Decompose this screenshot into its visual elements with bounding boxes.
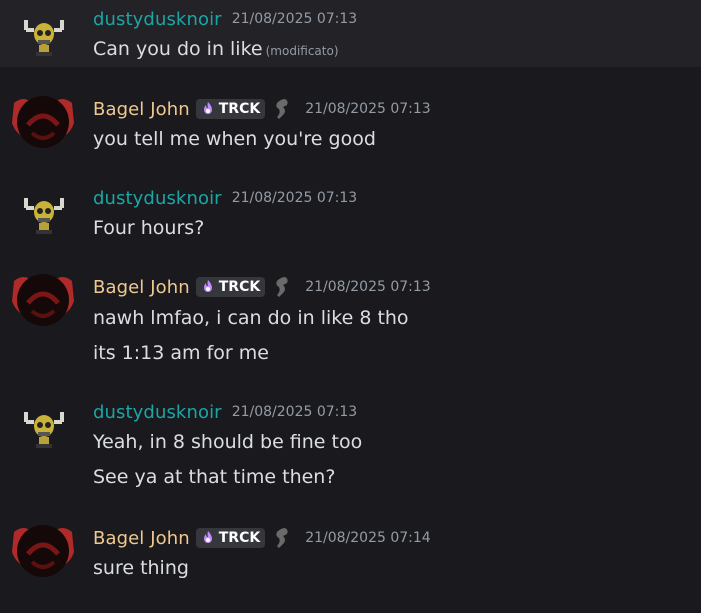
username[interactable]: dustydusknoir xyxy=(93,402,222,423)
timestamp[interactable]: 21/08/2025 07:13 xyxy=(305,279,431,295)
guild-tag[interactable]: TRCK xyxy=(195,528,266,548)
edited-label: (modificato) xyxy=(265,44,339,58)
timestamp[interactable]: 21/08/2025 07:13 xyxy=(232,404,358,420)
skull-avatar-icon xyxy=(24,198,64,234)
guild-tag-label: TRCK xyxy=(218,530,261,546)
skull-avatar-icon xyxy=(24,412,64,448)
username[interactable]: dustydusknoir xyxy=(93,9,222,30)
message-line: you tell me when you're good xyxy=(93,128,376,150)
guild-tag-label: TRCK xyxy=(218,279,261,295)
message-line: Can you do in like xyxy=(93,38,263,60)
dragon-role-icon[interactable] xyxy=(271,526,295,550)
message-group[interactable]: dustydusknoir 21/08/2025 07:13 Yeah, in … xyxy=(0,392,701,502)
message-line: See ya at that time then? xyxy=(93,466,336,488)
avatar[interactable] xyxy=(10,518,76,584)
guild-tag[interactable]: TRCK xyxy=(195,99,266,119)
guild-tag-label: TRCK xyxy=(218,101,261,117)
dragon-role-icon[interactable] xyxy=(271,97,295,121)
dragon-role-icon[interactable] xyxy=(271,275,295,299)
avatar[interactable] xyxy=(16,404,72,452)
message-text: Can you do in like (modificato) xyxy=(93,36,339,62)
message-group[interactable]: Bagel John TRCK 21/08/2025 07:14 sure th… xyxy=(0,518,701,598)
message-group[interactable]: Bagel John TRCK 21/08/2025 07:13 nawh lm… xyxy=(0,267,701,377)
timestamp[interactable]: 21/08/2025 07:13 xyxy=(232,11,358,27)
avatar[interactable] xyxy=(10,89,76,155)
red-winged-avatar-icon xyxy=(12,274,74,326)
message-group[interactable]: Bagel John TRCK 21/08/2025 07:13 you tel… xyxy=(0,89,701,159)
message-group[interactable]: dustydusknoir 21/08/2025 07:13 Four hour… xyxy=(0,178,701,248)
message-group[interactable]: dustydusknoir 21/08/2025 07:13 Can you d… xyxy=(0,0,701,67)
message-line: nawh lmfao, i can do in like 8 tho xyxy=(93,307,409,329)
red-winged-avatar-icon xyxy=(12,525,74,577)
avatar[interactable] xyxy=(16,190,72,238)
red-winged-avatar-icon xyxy=(12,96,74,148)
flame-icon xyxy=(203,102,212,114)
guild-tag[interactable]: TRCK xyxy=(195,277,266,297)
username[interactable]: Bagel John xyxy=(93,99,190,120)
avatar[interactable] xyxy=(10,267,76,333)
skull-avatar-icon xyxy=(24,20,64,56)
flame-icon xyxy=(203,280,212,292)
message-line: Four hours? xyxy=(93,217,205,239)
message-line: Yeah, in 8 should be fine too xyxy=(93,431,363,453)
timestamp[interactable]: 21/08/2025 07:13 xyxy=(232,190,358,206)
timestamp[interactable]: 21/08/2025 07:13 xyxy=(305,101,431,117)
username[interactable]: dustydusknoir xyxy=(93,188,222,209)
message-line: sure thing xyxy=(93,557,189,579)
username[interactable]: Bagel John xyxy=(93,528,190,549)
username[interactable]: Bagel John xyxy=(93,277,190,298)
message-line: its 1:13 am for me xyxy=(93,342,269,364)
timestamp[interactable]: 21/08/2025 07:14 xyxy=(305,530,431,546)
flame-icon xyxy=(203,531,212,543)
avatar[interactable] xyxy=(16,12,72,60)
